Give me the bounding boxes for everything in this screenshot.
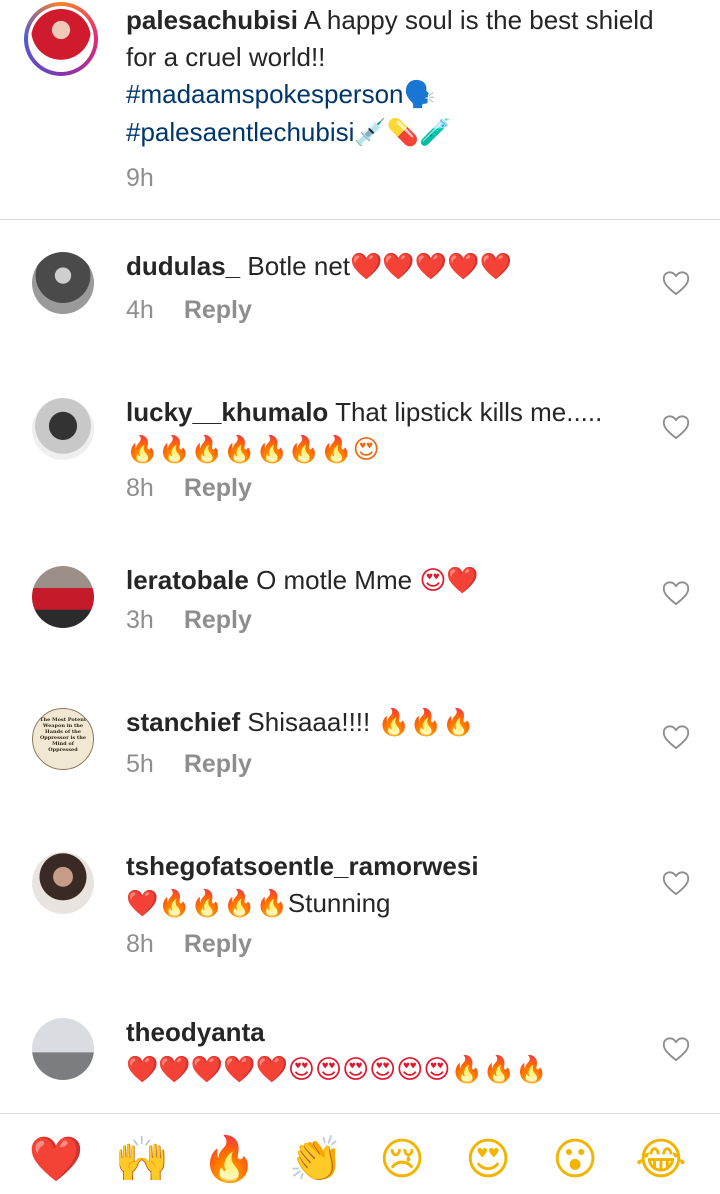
- avatar[interactable]: [32, 852, 94, 914]
- comment-username[interactable]: lucky__khumalo: [126, 397, 328, 427]
- comment-text: lucky__khumalo That lipstick kills me...…: [126, 394, 646, 469]
- fire-emoji: 🔥🔥🔥🔥🔥🔥🔥😍: [126, 435, 380, 465]
- reply-button[interactable]: Reply: [184, 930, 252, 958]
- comment-time: 8h: [126, 930, 154, 958]
- heart-fire-emoji: ❤️🔥🔥🔥🔥: [126, 889, 288, 919]
- author-avatar[interactable]: [24, 2, 98, 76]
- like-heart-icon[interactable]: [662, 870, 690, 896]
- like-heart-icon[interactable]: [662, 270, 690, 296]
- comment-body: Stunning: [287, 888, 391, 918]
- caption-text: palesachubisi A happy soul is the best s…: [126, 2, 686, 152]
- comment-time: 8h: [126, 474, 154, 502]
- speaking-head-emoji: 🗣️: [403, 80, 436, 110]
- reply-button[interactable]: Reply: [184, 750, 252, 778]
- hearts-heart-eyes-fire-emoji: ❤️❤️❤️❤️❤️😍😍😍😍😍😍🔥🔥🔥: [126, 1055, 548, 1085]
- syringe-pill-testtube-emoji: 💉💊🧪: [354, 118, 452, 148]
- comment-body: O motle Mme: [256, 565, 413, 595]
- comment-meta: 5h Reply: [126, 750, 252, 779]
- reaction-crying-button[interactable]: 😢: [374, 1132, 430, 1188]
- comment-body: Botle net: [247, 251, 351, 281]
- heart-eyes-emoji: 😍❤️: [419, 566, 479, 596]
- comment-time: 5h: [126, 750, 154, 778]
- comment-username[interactable]: tshegofatsoentle_ramorwesi: [126, 851, 479, 881]
- comment-username[interactable]: dudulas_: [126, 251, 240, 281]
- comment-time: 3h: [126, 606, 154, 634]
- hashtag-palesaentlechubisi[interactable]: #palesaentlechubisi: [126, 117, 354, 147]
- like-heart-icon[interactable]: [662, 580, 690, 606]
- comment-text: dudulas_ Botle net❤️❤️❤️❤️❤️: [126, 248, 646, 286]
- reply-button[interactable]: Reply: [184, 606, 252, 634]
- avatar[interactable]: [32, 1018, 94, 1080]
- reaction-heart-eyes-button[interactable]: 😍: [460, 1132, 516, 1188]
- avatar[interactable]: [32, 566, 94, 628]
- comment-time: 4h: [126, 296, 154, 324]
- comment-meta: 8h Reply: [126, 930, 252, 959]
- comment-item: theodyanta ❤️❤️❤️❤️❤️😍😍😍😍😍😍🔥🔥🔥: [0, 1014, 720, 1112]
- avatar-quote-text: The Most Potent Weapon in the Hands of t…: [39, 717, 87, 753]
- avatar[interactable]: The Most Potent Weapon in the Hands of t…: [32, 708, 94, 770]
- comment-username[interactable]: stanchief: [126, 707, 240, 737]
- quick-reactions-bar: ❤️ 🙌 🔥 👏 😢 😍 😮 😂: [0, 1113, 720, 1194]
- reaction-fire-button[interactable]: 🔥: [201, 1132, 257, 1188]
- fire-emoji: 🔥🔥🔥: [377, 708, 475, 738]
- caption-time: 9h: [126, 164, 154, 192]
- comment-text: tshegofatsoentle_ramorwesi ❤️🔥🔥🔥🔥Stunnin…: [126, 848, 646, 923]
- comment-body: That lipstick kills me.....: [335, 397, 603, 427]
- reaction-surprised-button[interactable]: 😮: [547, 1132, 603, 1188]
- comment-meta: 4h Reply: [126, 296, 252, 325]
- comment-meta: 3h Reply: [126, 606, 252, 635]
- like-heart-icon[interactable]: [662, 1036, 690, 1062]
- comment-text: stanchief Shisaaa!!!! 🔥🔥🔥: [126, 704, 646, 742]
- reply-button[interactable]: Reply: [184, 474, 252, 502]
- comment-body: Shisaaa!!!!: [247, 707, 371, 737]
- comment-meta: 8h Reply: [126, 474, 252, 503]
- post-caption: palesachubisi A happy soul is the best s…: [0, 0, 720, 220]
- hashtag-madaamspokesperson[interactable]: #madaamspokesperson: [126, 79, 404, 109]
- avatar[interactable]: [32, 398, 94, 460]
- comment-username[interactable]: leratobale: [126, 565, 249, 595]
- comment-text: leratobale O motle Mme 😍❤️: [126, 562, 646, 600]
- caption-username[interactable]: palesachubisi: [126, 5, 298, 35]
- comment-username[interactable]: theodyanta: [126, 1017, 265, 1047]
- reaction-clapping-button[interactable]: 👏: [288, 1132, 344, 1188]
- comment-text: theodyanta ❤️❤️❤️❤️❤️😍😍😍😍😍😍🔥🔥🔥: [126, 1014, 646, 1089]
- reply-button[interactable]: Reply: [184, 296, 252, 324]
- reaction-raised-hands-button[interactable]: 🙌: [114, 1132, 170, 1188]
- avatar[interactable]: [32, 252, 94, 314]
- like-heart-icon[interactable]: [662, 414, 690, 440]
- reaction-laughing-button[interactable]: 😂: [633, 1132, 689, 1188]
- reaction-heart-button[interactable]: ❤️: [28, 1132, 84, 1188]
- like-heart-icon[interactable]: [662, 724, 690, 750]
- hearts-emoji: ❤️❤️❤️❤️❤️: [350, 252, 512, 282]
